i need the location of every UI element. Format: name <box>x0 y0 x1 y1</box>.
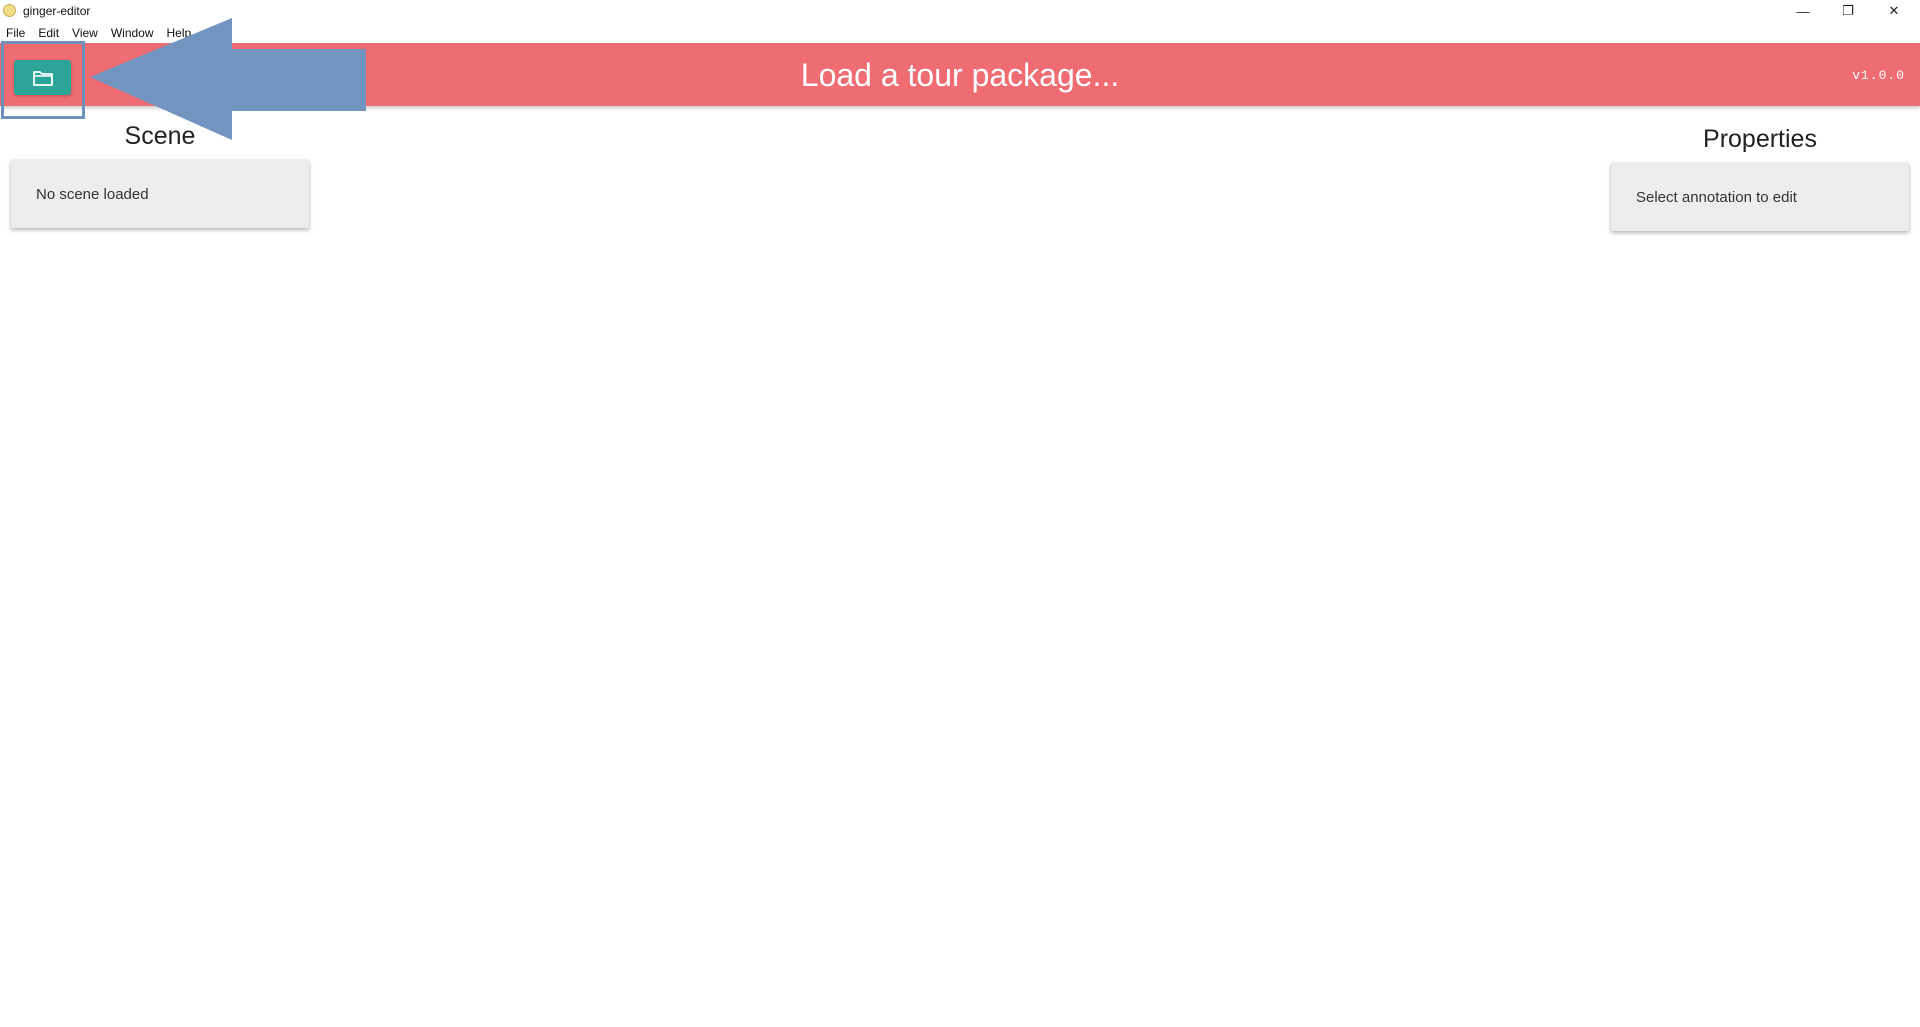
menu-edit[interactable]: Edit <box>38 26 59 40</box>
minimize-button[interactable]: — <box>1781 0 1825 22</box>
menu-view[interactable]: View <box>72 26 98 40</box>
menu-bar: File Edit View Window Help <box>0 23 204 43</box>
scene-panel-title: Scene <box>124 122 196 150</box>
scene-card: No scene loaded <box>11 160 309 228</box>
close-button[interactable]: ✕ <box>1872 0 1916 22</box>
menu-file[interactable]: File <box>6 26 25 40</box>
properties-status-text: Select annotation to edit <box>1636 188 1797 206</box>
app-icon <box>3 4 16 17</box>
properties-panel-title: Properties <box>1703 125 1817 153</box>
version-label: v1.0.0 <box>1852 68 1905 83</box>
header-title: Load a tour package... <box>800 57 1120 93</box>
scene-status-text: No scene loaded <box>36 185 149 203</box>
app-header: Load a tour package... v1.0.0 <box>0 43 1920 106</box>
properties-card: Select annotation to edit <box>1611 163 1909 231</box>
window-title: ginger-editor <box>23 4 91 18</box>
restore-button[interactable]: ❐ <box>1826 0 1870 22</box>
menu-window[interactable]: Window <box>111 26 154 40</box>
title-bar: ginger-editor — ❐ ✕ <box>0 0 1920 22</box>
menu-help[interactable]: Help <box>167 26 192 40</box>
